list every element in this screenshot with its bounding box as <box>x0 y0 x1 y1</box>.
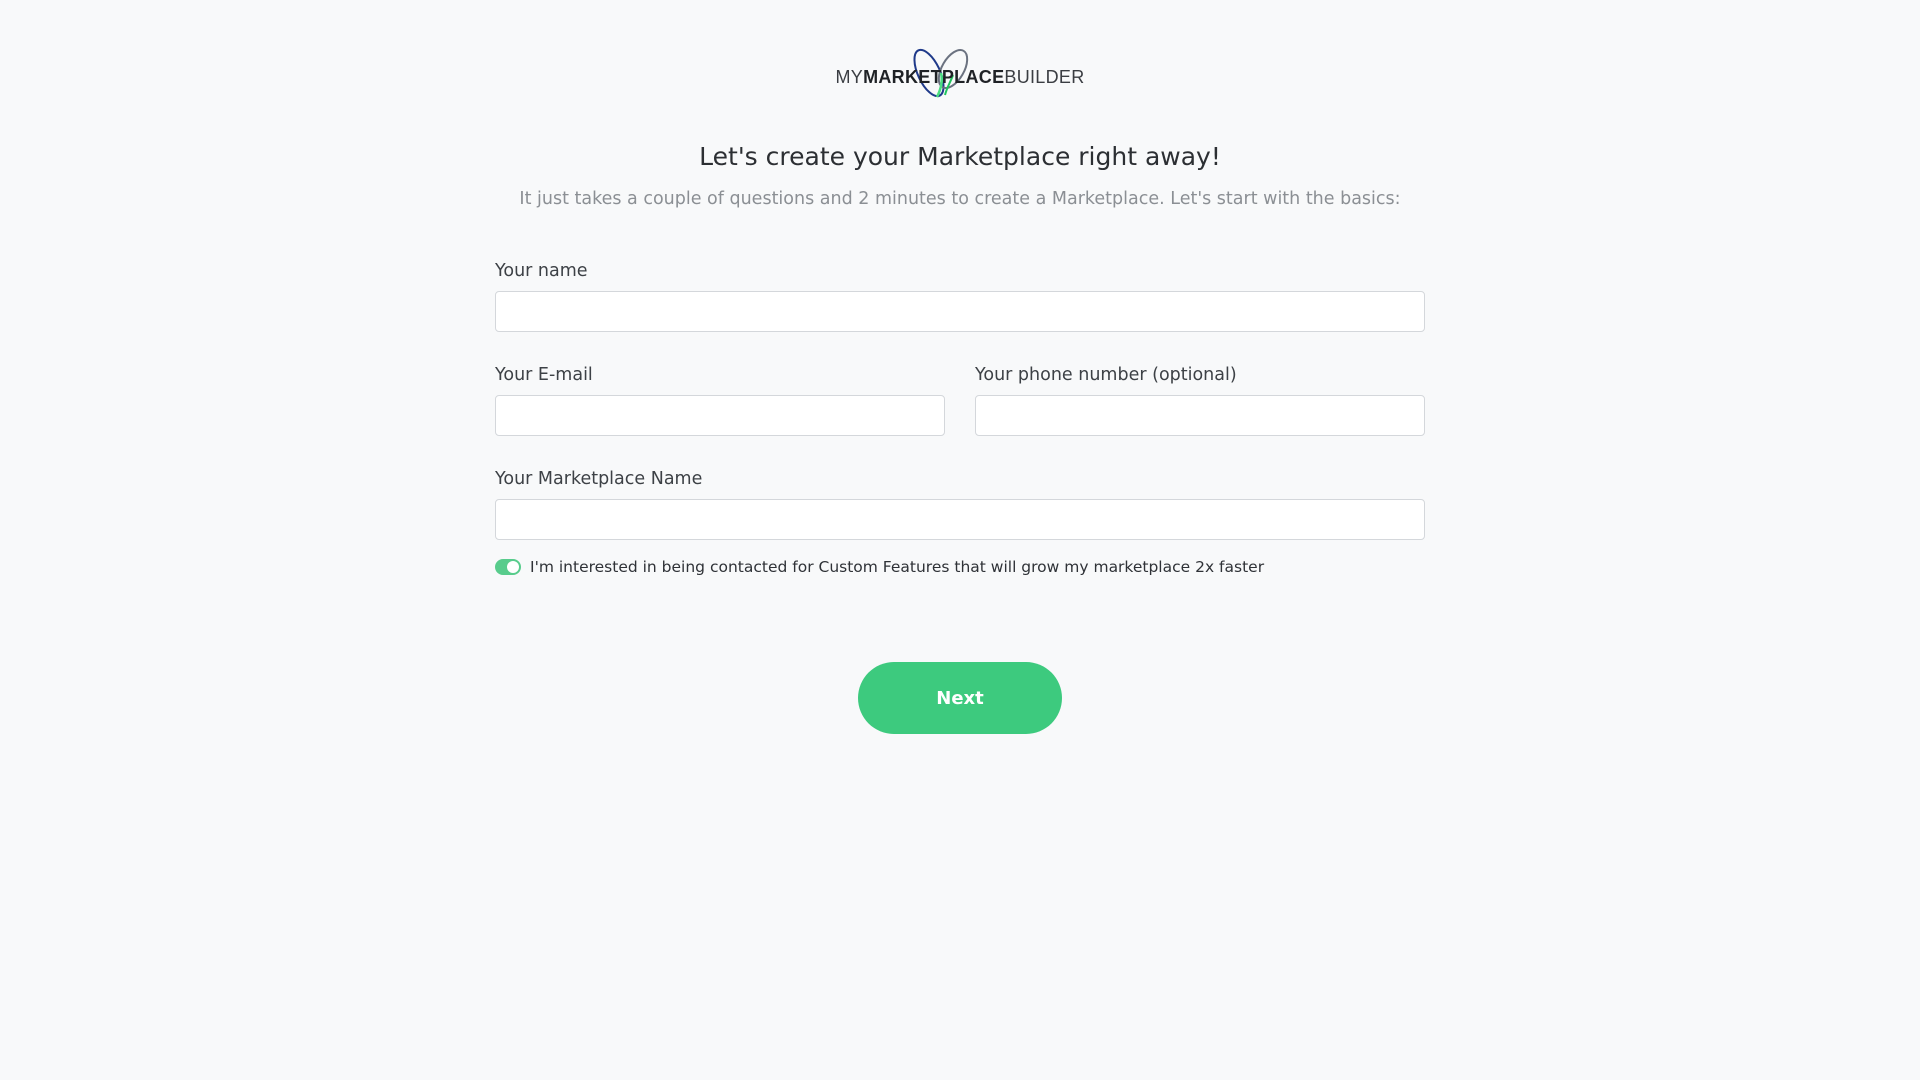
logo-wordmark: MY MARKETPLACE BUILDER <box>835 48 1085 98</box>
page-subtitle: It just takes a couple of questions and … <box>519 189 1401 209</box>
phone-group: Your phone number (optional) <box>975 364 1425 436</box>
name-input[interactable] <box>495 291 1425 332</box>
custom-features-toggle[interactable] <box>495 559 521 575</box>
email-input[interactable] <box>495 395 945 436</box>
toggle-knob <box>507 561 519 573</box>
signup-form: Your name Your E-mail Your phone number … <box>495 260 1425 572</box>
logo: MY MARKETPLACE BUILDER <box>0 44 1920 110</box>
name-label: Your name <box>495 261 588 281</box>
marketplace-name-input[interactable] <box>495 499 1425 540</box>
logo-middle: MARKETPLACE <box>863 66 1005 87</box>
phone-input[interactable] <box>975 395 1425 436</box>
phone-label: Your phone number (optional) <box>975 365 1237 385</box>
custom-features-label[interactable]: I'm interested in being contacted for Cu… <box>530 558 1264 576</box>
logo-prefix: MY <box>835 66 864 87</box>
marketplace-name-group: Your Marketplace Name <box>495 468 1425 540</box>
name-group: Your name <box>495 260 1425 332</box>
email-label: Your E-mail <box>495 365 593 385</box>
contact-row: Your E-mail Your phone number (optional) <box>495 364 1425 436</box>
email-group: Your E-mail <box>495 364 945 436</box>
next-button[interactable]: Next <box>858 662 1062 734</box>
logo-suffix: BUILDER <box>1004 66 1085 87</box>
signup-page: MY MARKETPLACE BUILDER Let's create your… <box>0 0 1920 1080</box>
page-title: Let's create your Marketplace right away… <box>699 142 1221 171</box>
custom-features-row: I'm interested in being contacted for Cu… <box>495 558 1264 576</box>
marketplace-name-label: Your Marketplace Name <box>495 469 703 489</box>
